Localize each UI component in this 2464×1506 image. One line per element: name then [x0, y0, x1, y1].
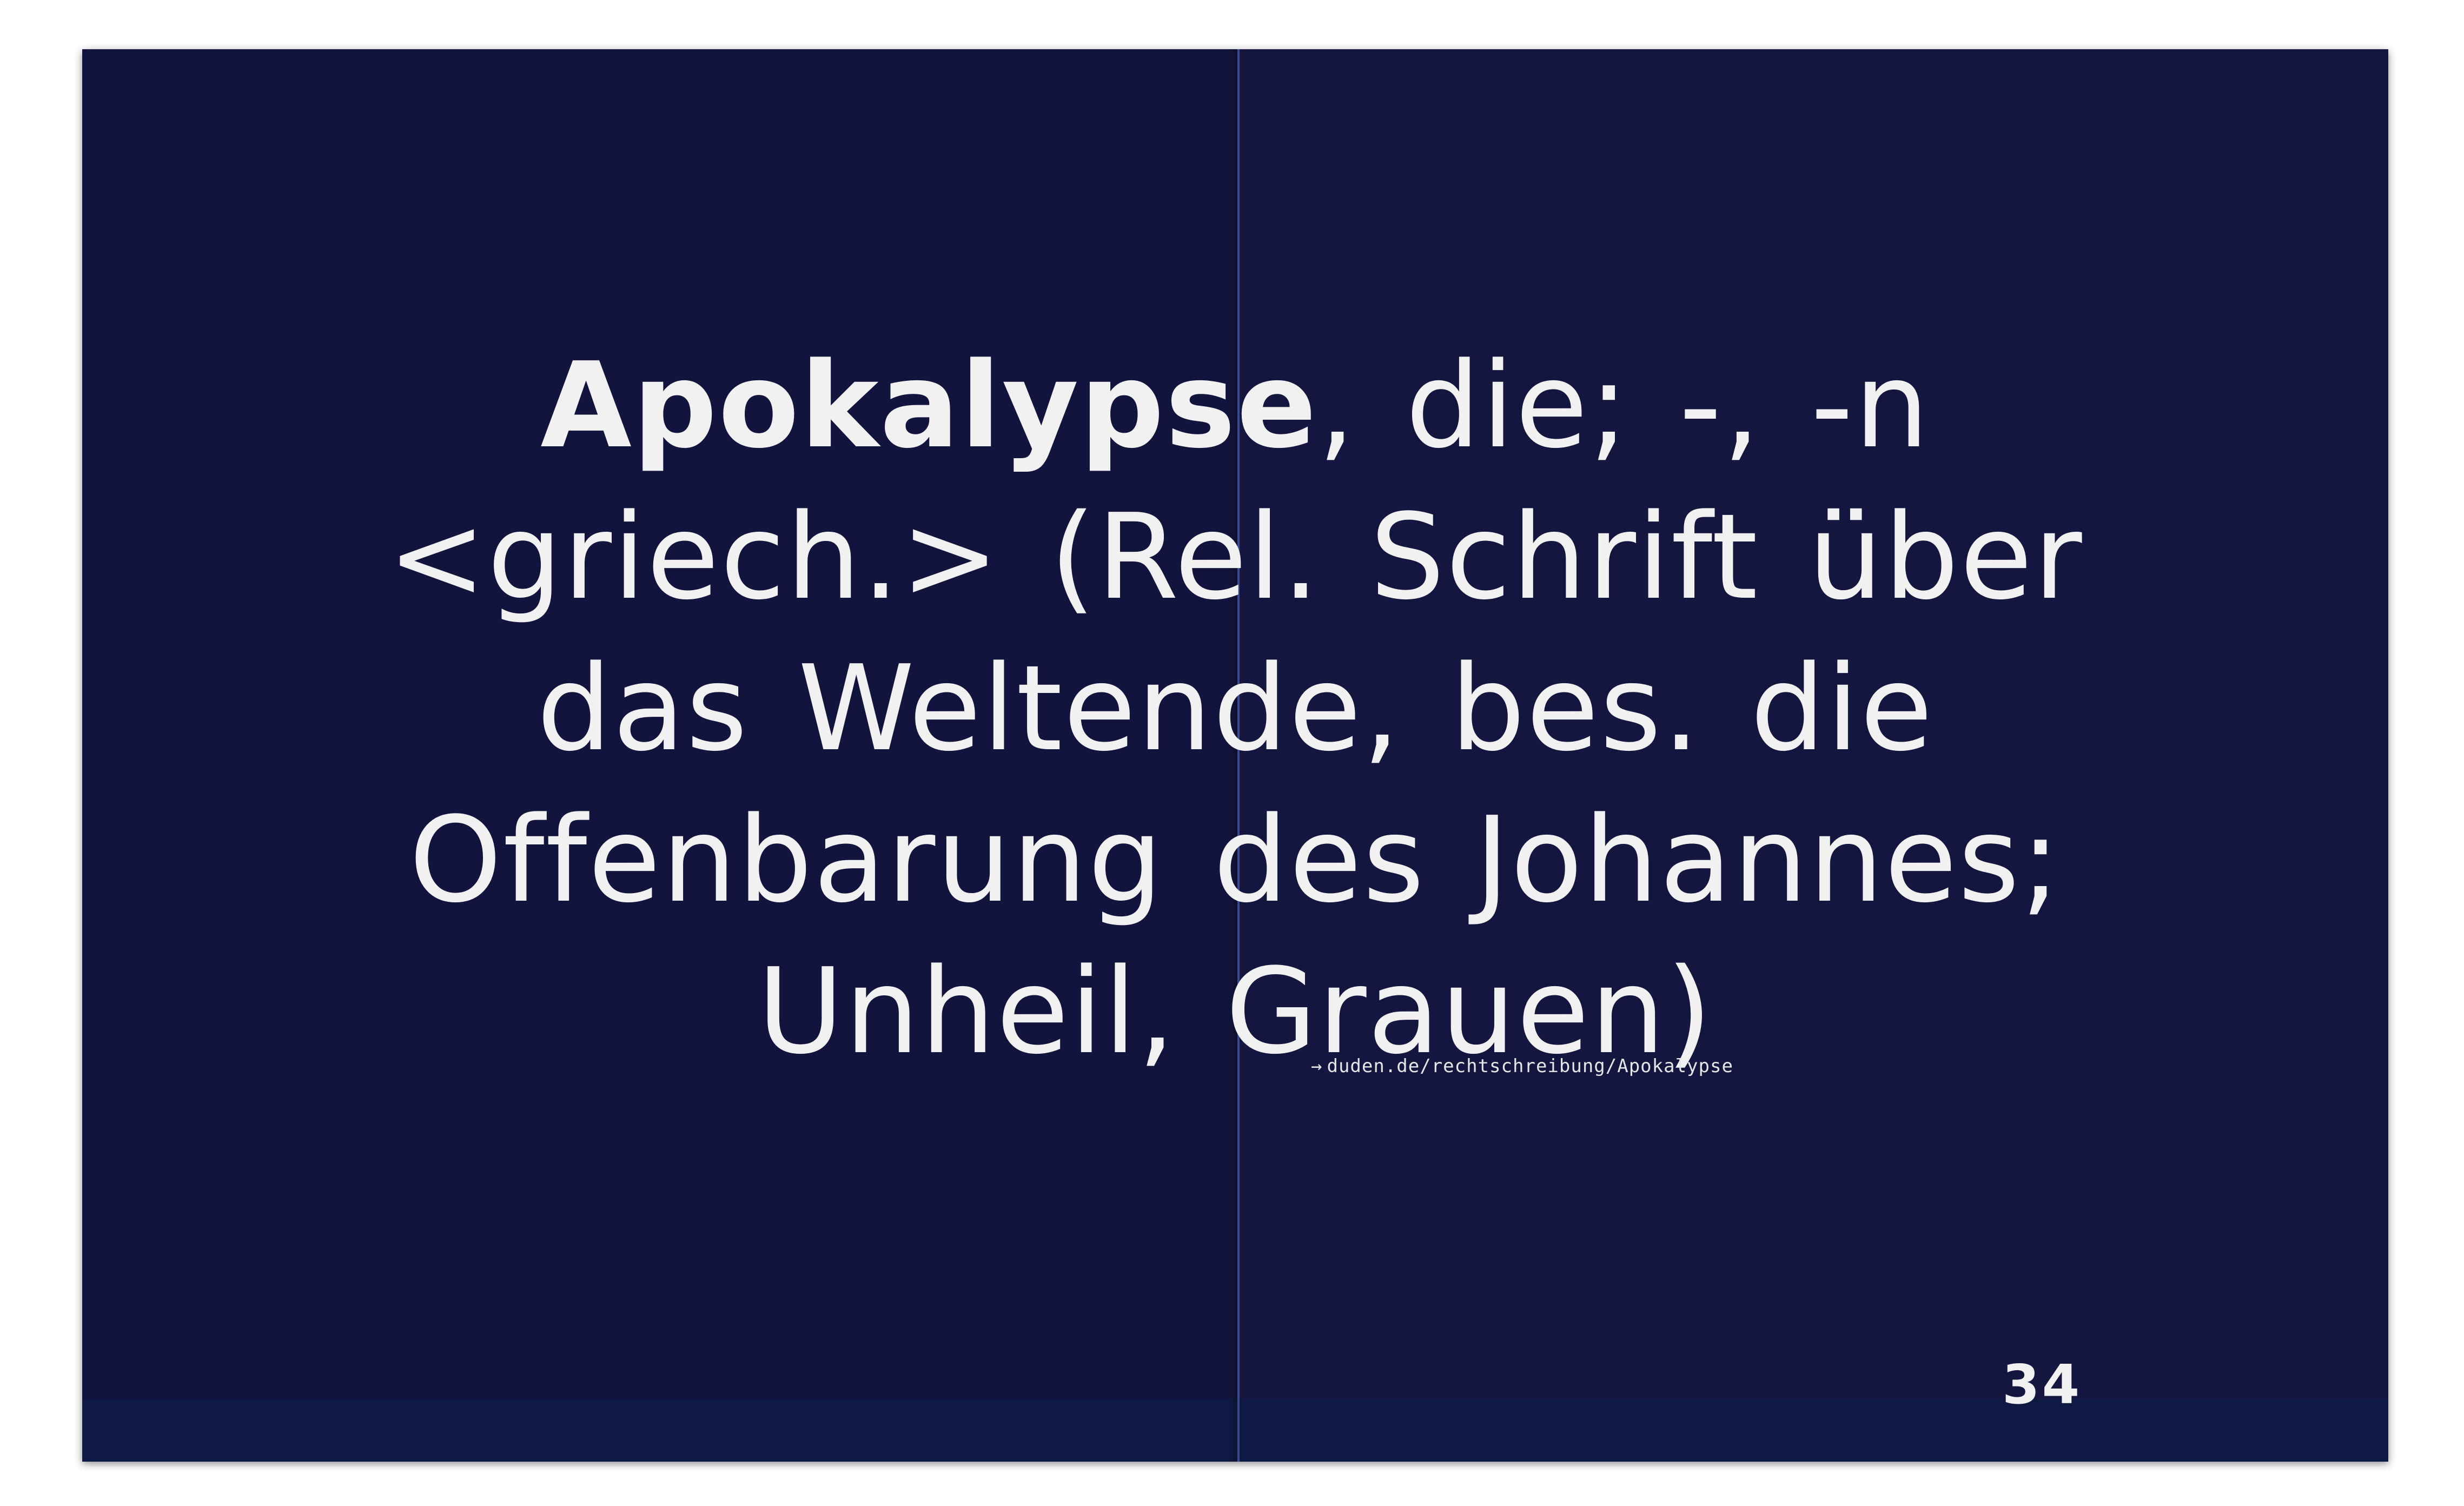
definition-line-4: Offenbarung des Johannes;: [409, 792, 2062, 929]
source-reference: → duden.de/rechtschreibung/Apokalypse: [1311, 1055, 1733, 1077]
page-number: 34: [2002, 1353, 2082, 1416]
headword: Apokalypse: [540, 338, 1318, 474]
source-link: duden.de/rechtschreibung/Apokalypse: [1327, 1055, 1733, 1077]
definition-line-2: <griech.> (Rel. Schrift über: [387, 489, 2083, 626]
photo-background: Apokalypse, die; -, -n <griech.> (Rel. Sc…: [0, 0, 2464, 1506]
definition-line-3: das Weltende, bes. die: [536, 640, 1934, 777]
grammar-info: , die; -, -n: [1317, 338, 1930, 474]
dictionary-definition: Apokalypse, die; -, -n <griech.> (Rel. Sc…: [147, 331, 2323, 1088]
book-spread: Apokalypse, die; -, -n <griech.> (Rel. Sc…: [82, 49, 2388, 1462]
arrow-right-icon: →: [1311, 1055, 1323, 1077]
